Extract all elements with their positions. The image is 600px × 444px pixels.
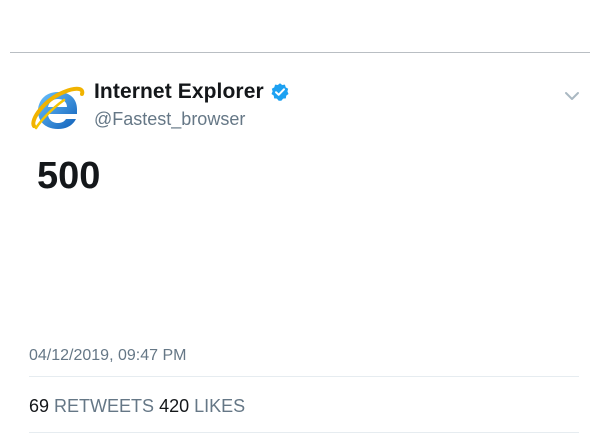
divider [29, 376, 579, 377]
divider [29, 432, 579, 433]
tweet-timestamp[interactable]: 04/12/2019, 09:47 PM [29, 347, 186, 365]
retweets-count: 69 [29, 396, 50, 416]
user-handle[interactable]: @Fastest_browser [94, 109, 245, 130]
retweets-stat[interactable]: 69 RETWEETS [29, 396, 159, 416]
verified-badge-icon [271, 83, 289, 101]
retweets-label: RETWEETS [54, 396, 155, 416]
tweet-text: 500 [37, 155, 101, 197]
likes-count: 420 [159, 396, 190, 416]
tweet-stats: 69 RETWEETS 420 LIKES [29, 396, 245, 417]
tweet-header: Internet Explorer @Fastest_browser [30, 80, 590, 140]
internet-explorer-logo-icon[interactable] [30, 82, 86, 138]
chevron-down-icon[interactable] [564, 88, 580, 104]
likes-stat[interactable]: 420 LIKES [159, 396, 245, 416]
display-name[interactable]: Internet Explorer [94, 80, 264, 104]
name-row: Internet Explorer [94, 80, 290, 104]
top-divider [10, 52, 590, 53]
likes-label: LIKES [194, 396, 246, 416]
